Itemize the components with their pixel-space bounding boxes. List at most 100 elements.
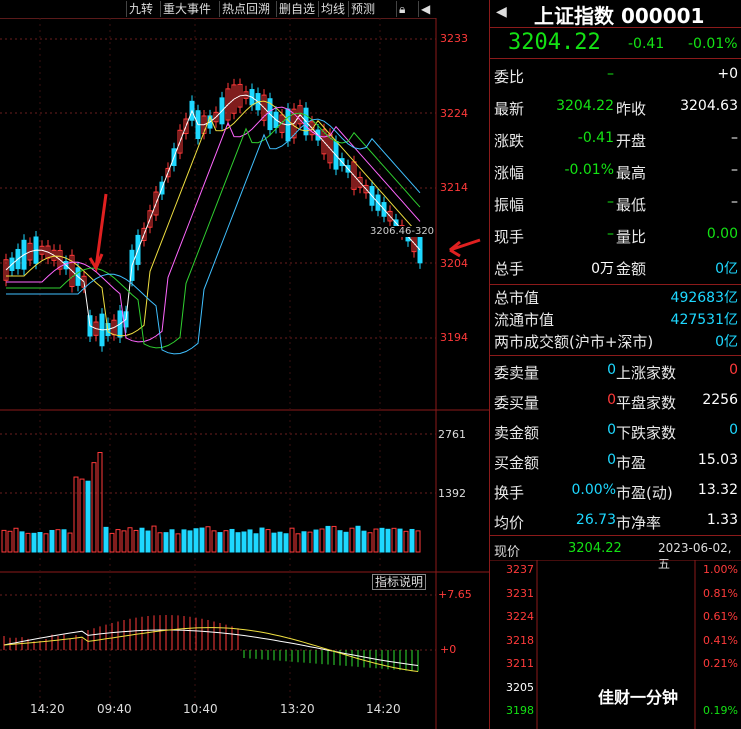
cap-label: 总市值 — [494, 289, 540, 307]
toolbar-ma[interactable]: 均线 — [318, 1, 347, 17]
cap-label: 两市成交额(沪市+深市) — [494, 333, 654, 351]
quote-label: 最新 — [494, 100, 525, 118]
volume-bar — [325, 525, 331, 553]
volume-bar — [73, 476, 79, 553]
quote-value: 3204.22 — [556, 98, 614, 114]
quote-label: 涨跌 — [494, 132, 525, 150]
quote-value: – — [607, 226, 614, 242]
quote-label: 下跌家数 — [616, 424, 677, 442]
toolbar-jiuzhuan[interactable]: 九转 — [126, 1, 155, 17]
volume-bar — [115, 529, 121, 553]
now-price-label: 现价 — [494, 545, 521, 560]
volume-bar — [367, 532, 373, 553]
quote-value: 0 — [729, 362, 738, 378]
pin-icon[interactable]: ◀ — [418, 1, 432, 17]
volume-bar — [103, 526, 109, 553]
time-tick: 14:20 — [30, 702, 65, 716]
volume-bar — [85, 480, 91, 553]
macd-dif-line — [3, 629, 419, 666]
mini-pct-tick: 0.41% — [703, 633, 738, 647]
mini-pct-tick: 1.00% — [703, 563, 738, 576]
quote-label: 昨收 — [616, 100, 647, 118]
cap-label: 流通市值 — [494, 311, 555, 329]
volume-bar — [187, 530, 193, 553]
time-tick: 13:20 — [280, 702, 315, 716]
macd-tick: +0 — [440, 643, 457, 656]
mini-price-tick: 3231 — [506, 586, 534, 600]
quote-label: 现手 — [494, 228, 525, 246]
price-tick: 3194 — [440, 331, 468, 344]
quote-value: 0 — [607, 422, 616, 438]
volume-bar — [349, 527, 355, 553]
quote-value: 0.00 — [706, 226, 738, 242]
lock-icon[interactable]: 🔒︎ — [396, 1, 407, 17]
volume-bar — [193, 528, 199, 553]
chart-grid — [0, 18, 489, 729]
toolbar-forecast[interactable]: 预测 — [348, 1, 377, 17]
volume-bar — [313, 529, 319, 553]
quote-label: 委买量 — [494, 394, 540, 412]
volume-bar — [175, 533, 181, 553]
mini-price-tick: 3218 — [506, 633, 534, 647]
quote-value: 0万 — [591, 261, 614, 277]
volume-bar — [139, 527, 145, 553]
volume-bars — [1, 452, 421, 553]
volume-bar — [79, 478, 85, 553]
volume-bar — [403, 530, 409, 553]
quote-panel: ◀ 上证指数 000001 3204.22 -0.41 -0.01% 委比 – +0… — [489, 0, 741, 729]
volume-bar — [379, 527, 385, 553]
volume-bar — [289, 527, 295, 553]
volume-bar — [145, 530, 151, 553]
mini-pct-tick: 0.61% — [703, 610, 738, 623]
volume-bar — [31, 532, 37, 553]
kline-chart[interactable] — [0, 18, 489, 729]
volume-bar — [307, 531, 313, 553]
volume-bar — [199, 527, 205, 553]
volume-bar — [67, 532, 73, 553]
volume-bar — [337, 530, 343, 553]
volume-bar — [415, 530, 421, 553]
quote-label: 均价 — [494, 514, 525, 532]
macd-tick: +7.65 — [438, 588, 472, 601]
quote-label: 开盘 — [616, 132, 647, 150]
quote-label: 市净率 — [616, 514, 662, 532]
volume-bar — [13, 527, 19, 553]
volume-bar — [7, 530, 13, 553]
volume-bar — [151, 525, 157, 553]
volume-bar — [61, 529, 67, 553]
toolbar-remove-watch[interactable]: 删自选 — [276, 1, 317, 17]
cap-value: 0亿 — [715, 334, 738, 350]
quote-label: 委卖量 — [494, 364, 540, 382]
volume-bar — [409, 528, 415, 553]
mini-price-tick: 3224 — [506, 610, 534, 623]
volume-bar — [169, 529, 175, 553]
price-tick: 3204 — [440, 257, 468, 270]
volume-bar — [397, 528, 403, 553]
stock-title: 上证指数 000001 — [534, 4, 705, 28]
ma-line — [6, 118, 421, 355]
mini-pct-tick: 0.21% — [703, 657, 738, 670]
volume-bar — [271, 532, 277, 553]
quote-value: 1.33 — [706, 512, 738, 528]
toolbar-major-events[interactable]: 重大事件 — [160, 1, 213, 17]
volume-bar — [373, 528, 379, 553]
volume-bar — [277, 531, 283, 553]
volume-bar — [229, 528, 235, 553]
volume-bar — [49, 529, 55, 553]
indicator-help-button[interactable]: 指标说明 — [372, 574, 427, 590]
volume-bar — [121, 530, 127, 553]
back-icon[interactable]: ◀ — [496, 4, 507, 20]
quote-value: 0亿 — [715, 261, 738, 277]
volume-bar — [295, 533, 301, 553]
quote-label: 换手 — [494, 484, 525, 502]
volume-bar — [37, 532, 43, 553]
price-tick: 3214 — [440, 181, 468, 194]
annotation-arrow-left — [449, 238, 481, 258]
price-change: -0.41 — [628, 36, 665, 52]
volume-bar — [361, 530, 367, 553]
volume-bar — [181, 529, 187, 553]
volume-bar — [223, 530, 229, 553]
toolbar-hotspot[interactable]: 热点回溯 — [219, 1, 272, 17]
volume-bar — [19, 531, 25, 553]
volume-bar — [109, 532, 115, 553]
